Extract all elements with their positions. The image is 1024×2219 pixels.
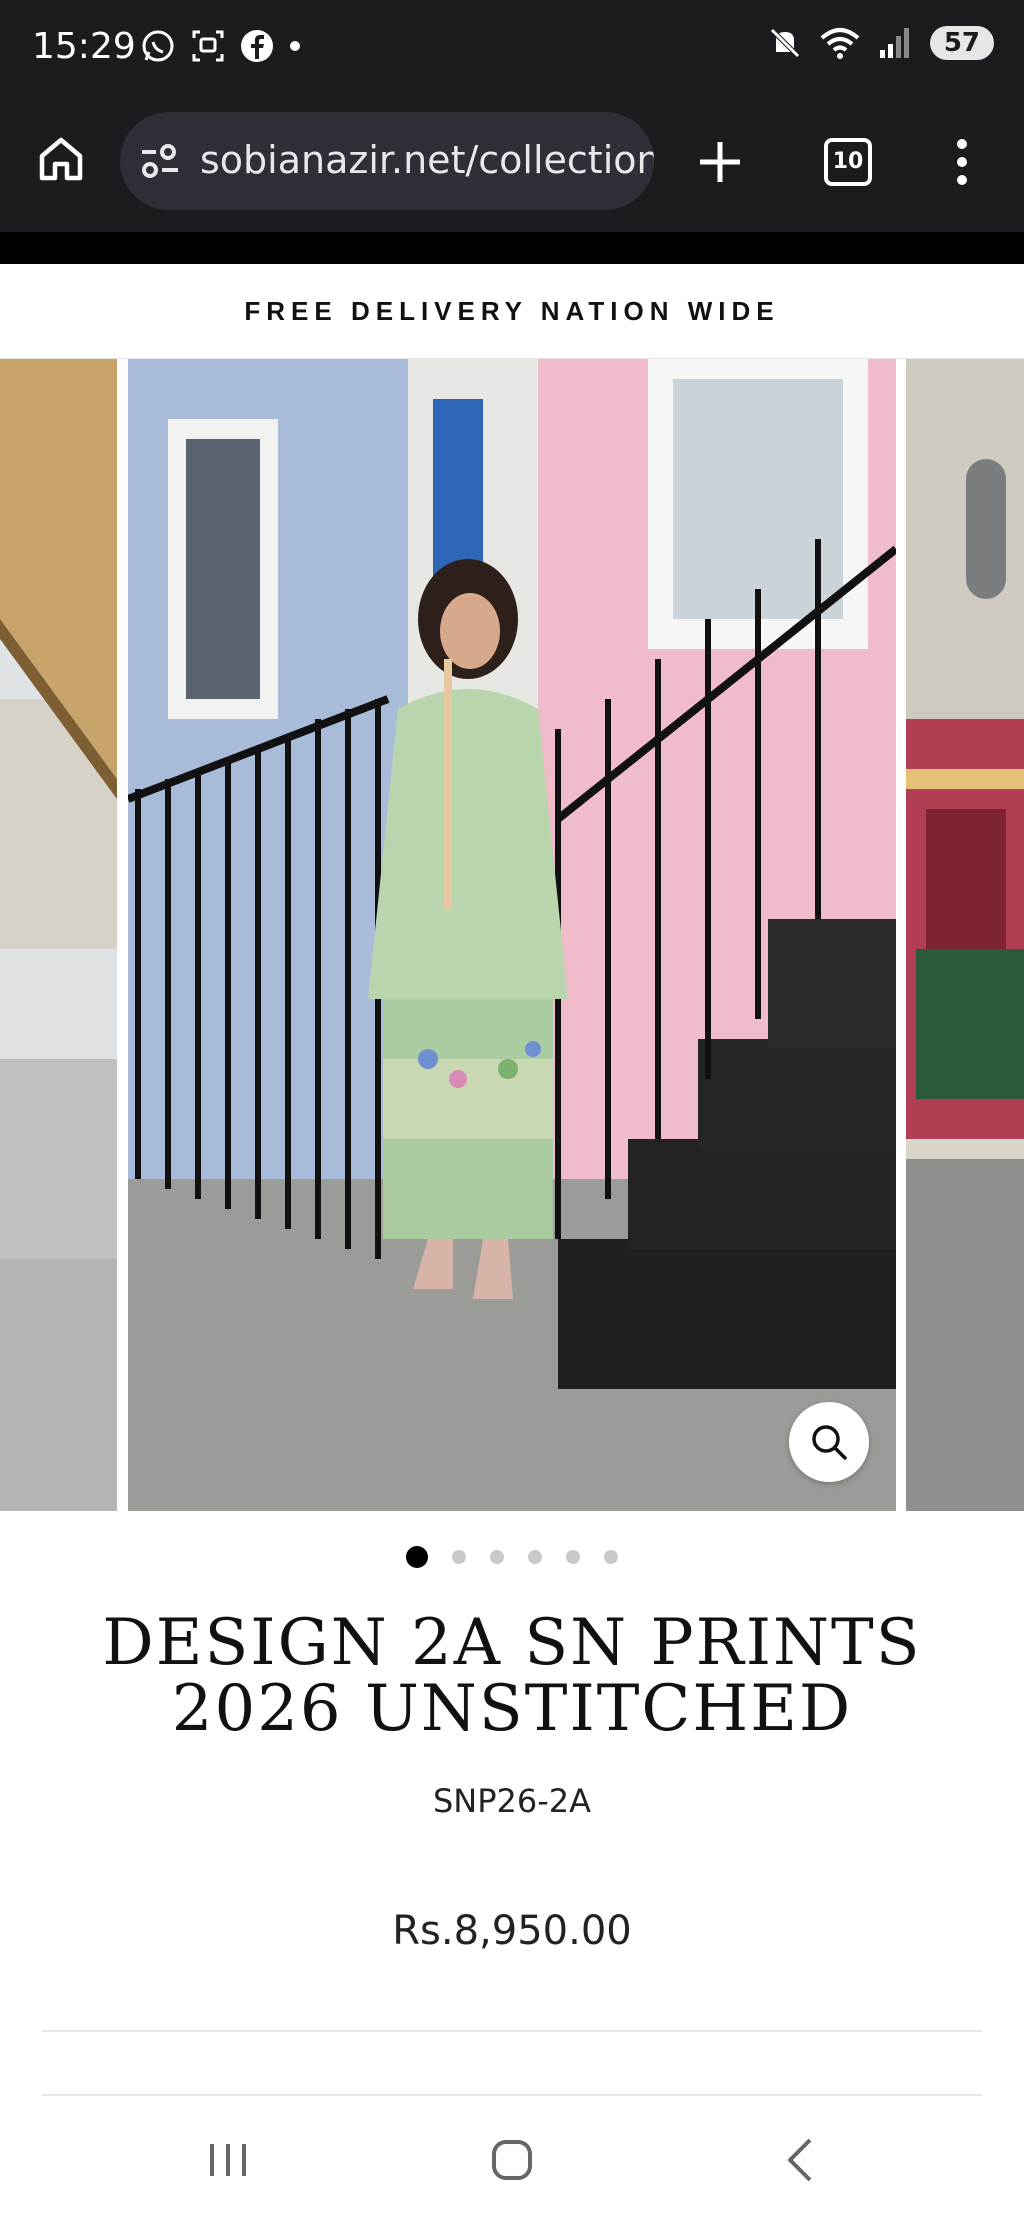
product-sku: SNP26-2A [432,1782,592,1820]
pagination-dot[interactable] [604,1550,618,1564]
facebook-icon [241,30,273,62]
home-button-icon[interactable] [482,2130,542,2190]
system-icons: 57 [768,26,994,60]
status-bar: 15:29 57 [0,0,1024,98]
new-tab-icon[interactable] [696,138,744,186]
product-gallery[interactable] [0,359,1024,1511]
product-title-line-1: DESIGN 2A SN PRINTS [102,1606,922,1680]
signal-icon [879,28,909,58]
announcement-bar: FREE DELIVERY NATION WIDE [0,264,1024,359]
system-navigation-bar [0,2100,1024,2219]
screenshot-icon [192,30,224,62]
pagination-dot[interactable] [490,1550,504,1564]
pagination-dot[interactable] [452,1550,466,1564]
product-title-line-2: 2026 UNSTITCHED [171,1672,853,1746]
more-menu-icon[interactable] [950,138,974,186]
divider [42,2030,982,2032]
gallery-slide-previous[interactable] [0,359,117,1511]
pagination-dot-active[interactable] [406,1546,428,1568]
product-title: DESIGN 2A SN PRINTS 2026 UNSTITCHED [40,1610,984,1742]
url-text[interactable]: sobianazir.net/collections/ [200,138,654,182]
gallery-slide-next[interactable] [906,359,1024,1511]
site-header-strip [0,232,1024,264]
home-icon[interactable] [36,134,86,184]
search-icon [812,1425,847,1460]
pagination-dot[interactable] [566,1550,580,1564]
pagination-dot[interactable] [528,1550,542,1564]
divider [42,2094,982,2096]
gallery-slide-main[interactable] [128,359,896,1511]
gallery-pagination [0,1544,1024,1570]
zoom-button[interactable] [789,1402,869,1482]
battery-icon: 57 [929,26,994,60]
browser-toolbar: sobianazir.net/collections/ 10 [0,98,1024,232]
dot-icon [290,41,300,51]
tab-switcher-button[interactable]: 10 [824,138,872,186]
site-settings-icon[interactable] [140,142,180,180]
wifi-icon [820,28,860,59]
notification-icons [140,28,302,64]
recent-apps-icon[interactable] [198,2130,258,2190]
status-time: 15:29 [32,26,136,67]
product-photo [128,359,896,1511]
product-price: Rs.8,950.00 [392,1908,632,1954]
mute-icon [770,28,800,58]
whatsapp-icon [142,30,174,62]
back-icon[interactable] [770,2130,830,2190]
address-bar[interactable]: sobianazir.net/collections/ [120,112,654,210]
